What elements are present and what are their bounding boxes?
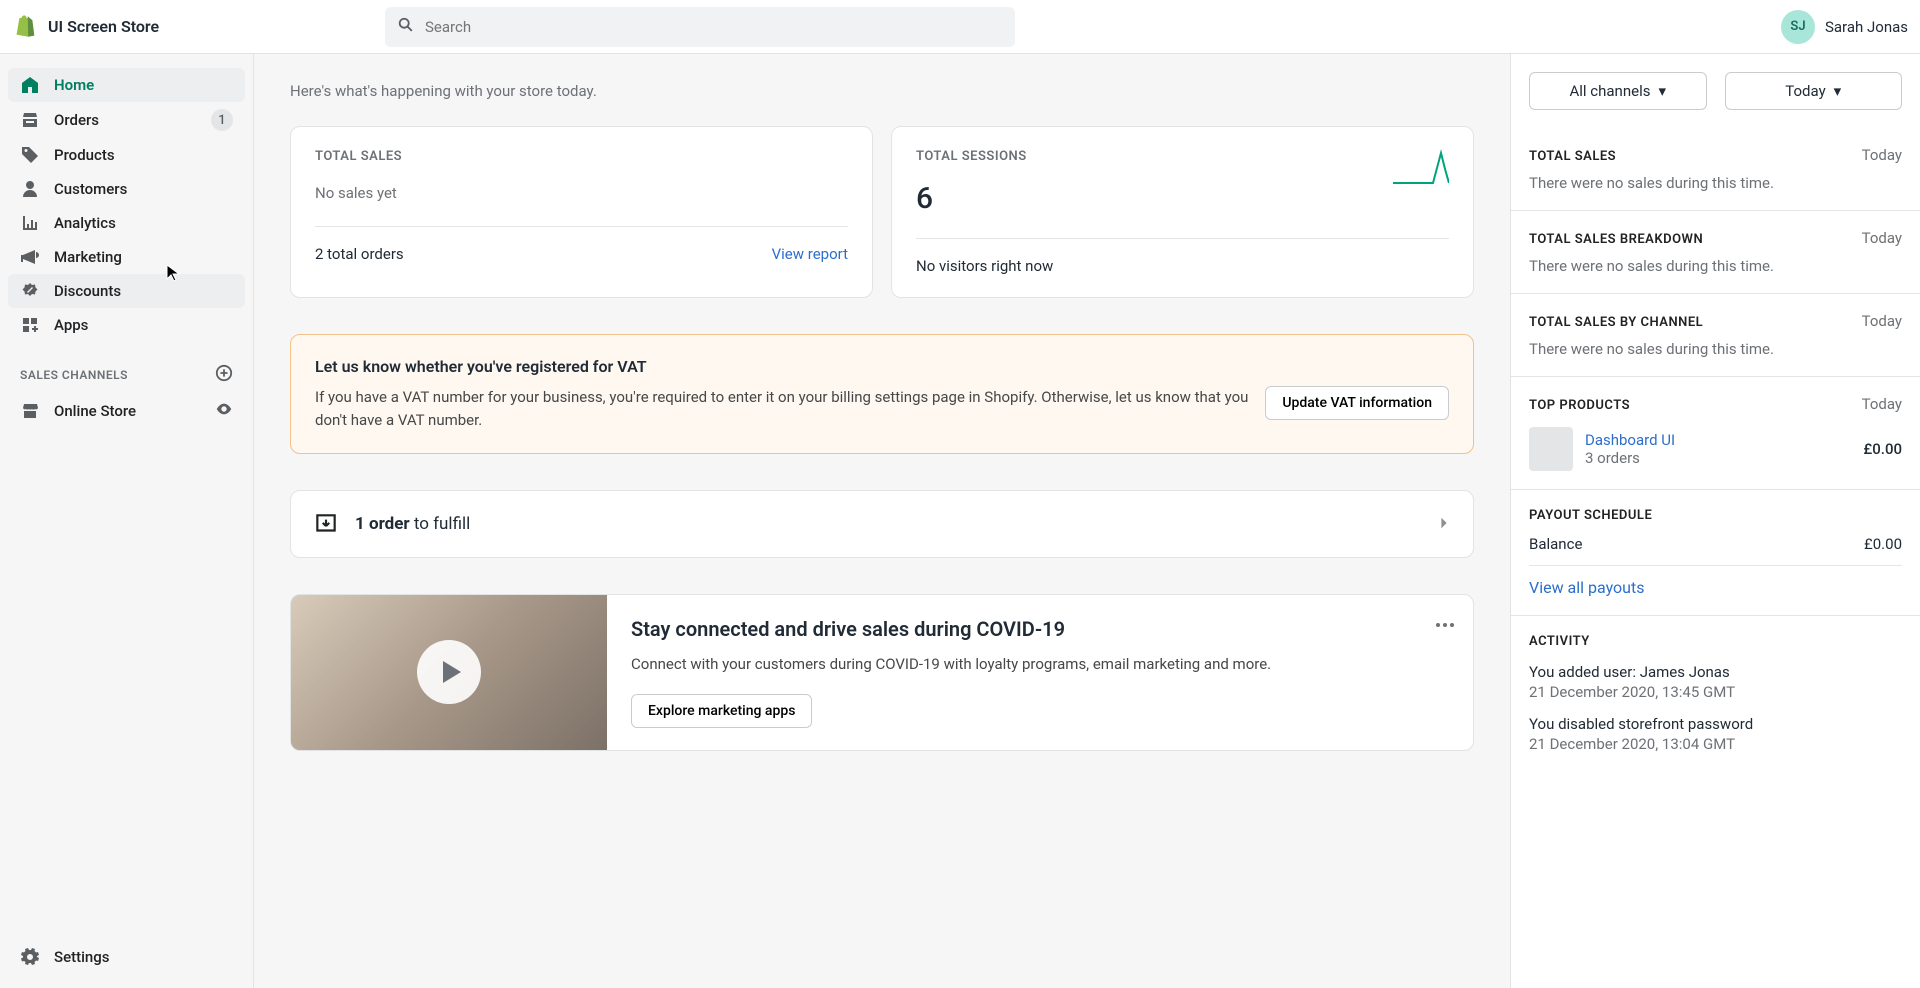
sidebar-label: Apps bbox=[54, 316, 88, 334]
view-report-link[interactable]: View report bbox=[772, 245, 848, 263]
search-icon bbox=[397, 16, 415, 38]
panel-sales-channel: TOTAL SALES BY CHANNEL Today There were … bbox=[1511, 294, 1920, 377]
user-name: Sarah Jonas bbox=[1825, 18, 1908, 36]
divider bbox=[315, 226, 848, 227]
sessions-value: 6 bbox=[916, 184, 1027, 214]
sidebar-item-marketing[interactable]: Marketing bbox=[8, 240, 245, 274]
play-icon bbox=[417, 640, 481, 704]
total-sales-card: TOTAL SALES No sales yet 2 total orders … bbox=[290, 126, 873, 298]
sidebar-label: Products bbox=[54, 146, 115, 164]
activity-item: You added user: James Jonas 21 December … bbox=[1529, 663, 1902, 701]
add-channel-icon[interactable] bbox=[215, 364, 233, 385]
apps-icon bbox=[20, 315, 40, 335]
banner-text: If you have a VAT number for your busine… bbox=[315, 386, 1249, 431]
period-dropdown[interactable]: Today ▾ bbox=[1725, 72, 1903, 110]
sidebar-item-discounts[interactable]: Discounts bbox=[8, 274, 245, 308]
discounts-icon bbox=[20, 281, 40, 301]
product-row[interactable]: Dashboard UI 3 orders £0.00 bbox=[1529, 427, 1902, 471]
sidebar-label: Discounts bbox=[54, 282, 121, 300]
panel-top-products: TOP PRODUCTS Today Dashboard UI 3 orders… bbox=[1511, 377, 1920, 490]
sidebar-item-online-store[interactable]: Online Store bbox=[8, 393, 245, 429]
right-panel: All channels ▾ Today ▾ TOTAL SALES Today… bbox=[1510, 54, 1920, 988]
orders-icon bbox=[20, 110, 40, 130]
panel-total-sales: TOTAL SALES Today There were no sales du… bbox=[1511, 128, 1920, 211]
marketing-icon bbox=[20, 247, 40, 267]
sidebar-item-analytics[interactable]: Analytics bbox=[8, 206, 245, 240]
sidebar-label: Online Store bbox=[54, 402, 136, 420]
user-menu[interactable]: SJ Sarah Jonas bbox=[1781, 10, 1908, 44]
banner-title: Let us know whether you've registered fo… bbox=[315, 357, 1449, 376]
sidebar-item-settings[interactable]: Settings bbox=[8, 940, 245, 974]
update-vat-button[interactable]: Update VAT information bbox=[1265, 386, 1449, 420]
sidebar-item-orders[interactable]: Orders 1 bbox=[8, 102, 245, 138]
fulfill-card[interactable]: 1 order to fulfill bbox=[290, 490, 1474, 558]
sidebar-label: Customers bbox=[54, 180, 127, 198]
orders-badge: 1 bbox=[211, 109, 233, 131]
total-sessions-card: TOTAL SESSIONS 6 No visitors right now bbox=[891, 126, 1474, 298]
shopify-logo-icon bbox=[12, 14, 38, 40]
sidebar-label: Marketing bbox=[54, 248, 122, 266]
orders-count: 2 total orders bbox=[315, 245, 404, 263]
product-price: £0.00 bbox=[1863, 440, 1902, 458]
balance-value: £0.00 bbox=[1864, 535, 1902, 553]
sidebar-label: Settings bbox=[54, 948, 110, 966]
search-box[interactable] bbox=[385, 7, 1015, 47]
panel-activity: ACTIVITY You added user: James Jonas 21 … bbox=[1511, 616, 1920, 771]
visitors-text: No visitors right now bbox=[916, 257, 1053, 275]
sidebar-label: Home bbox=[54, 76, 94, 94]
search-input[interactable] bbox=[425, 18, 1003, 36]
panel-payout: PAYOUT SCHEDULE Balance £0.00 View all p… bbox=[1511, 490, 1920, 616]
settings-icon bbox=[20, 947, 40, 967]
sidebar: Home Orders 1 Products Customers Analyti… bbox=[0, 54, 254, 988]
view-store-icon[interactable] bbox=[215, 400, 233, 422]
marketing-title: Stay connected and drive sales during CO… bbox=[631, 617, 1449, 641]
balance-label: Balance bbox=[1529, 535, 1582, 553]
card-label: TOTAL SALES bbox=[315, 149, 848, 164]
sidebar-item-customers[interactable]: Customers bbox=[8, 172, 245, 206]
channels-dropdown[interactable]: All channels ▾ bbox=[1529, 72, 1707, 110]
video-thumbnail[interactable] bbox=[291, 595, 607, 750]
vat-banner: Let us know whether you've registered fo… bbox=[290, 334, 1474, 454]
divider bbox=[916, 238, 1449, 239]
explore-apps-button[interactable]: Explore marketing apps bbox=[631, 694, 812, 728]
sales-value: No sales yet bbox=[315, 184, 848, 202]
fulfill-icon bbox=[313, 511, 339, 537]
sidebar-label: Analytics bbox=[54, 214, 116, 232]
panel-sales-breakdown: TOTAL SALES BREAKDOWN Today There were n… bbox=[1511, 211, 1920, 294]
sidebar-item-home[interactable]: Home bbox=[8, 68, 245, 102]
avatar: SJ bbox=[1781, 10, 1815, 44]
customers-icon bbox=[20, 179, 40, 199]
chevron-down-icon: ▾ bbox=[1658, 82, 1666, 100]
sidebar-label: Orders bbox=[54, 111, 99, 129]
online-store-icon bbox=[20, 401, 40, 421]
card-label: TOTAL SESSIONS bbox=[916, 149, 1027, 164]
marketing-desc: Connect with your customers during COVID… bbox=[631, 653, 1449, 676]
chevron-down-icon: ▾ bbox=[1834, 82, 1842, 100]
analytics-icon bbox=[20, 213, 40, 233]
sidebar-item-apps[interactable]: Apps bbox=[8, 308, 245, 342]
products-icon bbox=[20, 145, 40, 165]
product-orders: 3 orders bbox=[1585, 449, 1851, 467]
view-payouts-link[interactable]: View all payouts bbox=[1529, 578, 1644, 597]
main-content: Here's what's happening with your store … bbox=[254, 54, 1510, 988]
divider bbox=[1529, 565, 1902, 566]
home-icon bbox=[20, 75, 40, 95]
more-icon[interactable] bbox=[1435, 613, 1455, 632]
intro-text: Here's what's happening with your store … bbox=[290, 82, 1474, 100]
activity-item: You disabled storefront password 21 Dece… bbox=[1529, 715, 1902, 753]
sparkline-icon bbox=[1393, 149, 1449, 185]
topbar: UI Screen Store SJ Sarah Jonas bbox=[0, 0, 1920, 54]
store-name: UI Screen Store bbox=[48, 17, 159, 36]
search-wrap bbox=[385, 7, 1015, 47]
logo-group: UI Screen Store bbox=[12, 14, 385, 40]
sidebar-item-products[interactable]: Products bbox=[8, 138, 245, 172]
chevron-right-icon bbox=[1437, 515, 1451, 534]
product-name: Dashboard UI bbox=[1585, 431, 1851, 449]
fulfill-text: 1 order to fulfill bbox=[355, 514, 1421, 534]
product-thumbnail bbox=[1529, 427, 1573, 471]
sales-channels-heading: SALES CHANNELS bbox=[8, 342, 245, 393]
marketing-card: Stay connected and drive sales during CO… bbox=[290, 594, 1474, 751]
